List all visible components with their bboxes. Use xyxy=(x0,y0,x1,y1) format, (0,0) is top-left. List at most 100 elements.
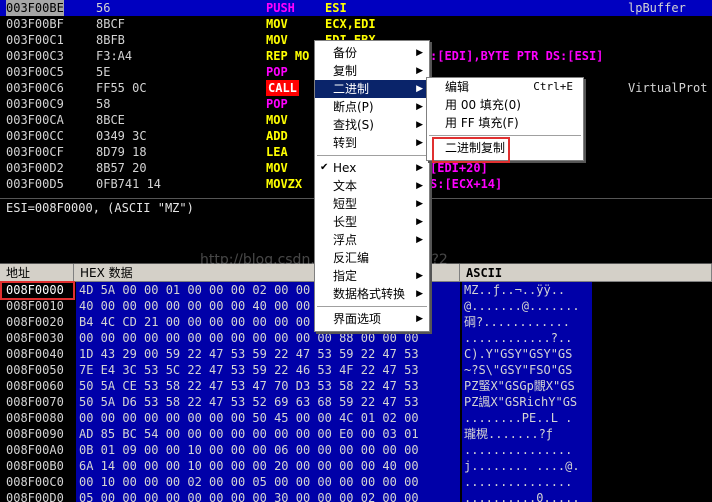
disasm-address: 003F00D5 xyxy=(6,177,64,191)
dump-ascii: C).Y"GSY"GSY"GS xyxy=(462,346,592,362)
menu-item-fill-00[interactable]: 用 00 填充(0) xyxy=(427,96,583,114)
disasm-mnemonic: POP xyxy=(266,97,288,111)
submenu-arrow-icon: ▶ xyxy=(416,271,423,281)
dump-hex-bytes: 50 5A D6 53 58 22 47 53 52 69 63 68 59 2… xyxy=(76,394,460,410)
disasm-address: 003F00CC xyxy=(6,129,64,143)
disasm-mnemonic: ADD xyxy=(266,129,288,143)
annotation-binary-copy-highlight xyxy=(432,137,510,163)
menu-item-label: 二进制 xyxy=(333,82,370,96)
disasm-hex-bytes: F3:A4 xyxy=(96,49,133,63)
dump-address: 008F00A0 xyxy=(6,443,64,457)
dump-row[interactable]: 008F0090 AD 85 BC 54 00 00 00 00 00 00 00… xyxy=(0,426,712,442)
column-header-address[interactable]: 地址 xyxy=(0,264,74,282)
menu-item-fill-00-label: 用 00 填充(0) xyxy=(445,98,521,112)
disasm-address: 003F00BF xyxy=(6,17,64,31)
disasm-hex-bytes: 0FB741 14 xyxy=(96,177,162,191)
menu-item[interactable]: 断点(P) ▶ xyxy=(315,98,429,116)
dump-ascii: MZ..ƒ..¬..ÿÿ.. xyxy=(462,282,592,298)
menu-item[interactable]: 数据格式转换 ▶ xyxy=(315,285,429,303)
dump-row[interactable]: 008F0070 50 5A D6 53 58 22 47 53 52 69 63… xyxy=(0,394,712,410)
menu-item-edit[interactable]: 编辑 Ctrl+E xyxy=(427,78,583,96)
dump-address: 008F0070 xyxy=(6,395,64,409)
dump-ascii: ............... xyxy=(462,442,592,458)
disasm-mnemonic: MOVZX xyxy=(266,177,303,191)
column-header-ascii[interactable]: ASCII xyxy=(460,264,712,282)
disasm-row[interactable]: 003F00BE 56 PUSH ESI lpBuffer xyxy=(0,0,712,16)
submenu-arrow-icon: ▶ xyxy=(416,120,423,130)
menu-item-fill-ff[interactable]: 用 FF 填充(F) xyxy=(427,114,583,132)
disasm-hex-bytes: 8B57 20 xyxy=(96,161,147,175)
menu-separator xyxy=(317,155,427,156)
dump-row[interactable]: 008F0030 00 00 00 00 00 00 00 00 00 00 00… xyxy=(0,330,712,346)
dump-ascii: 碙?............ xyxy=(462,314,592,330)
menu-item-label: 反汇编 xyxy=(333,251,370,265)
dump-row[interactable]: 008F0050 7E E4 3C 53 5C 22 47 53 59 22 46… xyxy=(0,362,712,378)
menu-item[interactable]: 反汇编 xyxy=(315,249,429,267)
dump-hex-bytes: 1D 43 29 00 59 22 47 53 59 22 47 53 59 2… xyxy=(76,346,460,362)
dump-row[interactable]: 008F00D0 05 00 00 00 00 00 00 00 00 30 00… xyxy=(0,490,712,502)
disasm-mnemonic: PUSH xyxy=(266,1,295,15)
disasm-memory-operand: :[EDI],BYTE PTR DS:[ESI] xyxy=(430,49,604,63)
menu-item[interactable]: 长型 ▶ xyxy=(315,213,429,231)
dump-row[interactable]: 008F0060 50 5A CE 53 58 22 47 53 47 70 D3… xyxy=(0,378,712,394)
disasm-row[interactable]: 003F00BF 8BCF MOV ECX,EDI xyxy=(0,16,712,32)
dump-ascii: PZ諷X"GSRichY"GS xyxy=(462,394,592,410)
annotation-address-highlight xyxy=(0,281,75,300)
dump-row[interactable]: 008F00C0 00 10 00 00 00 02 00 00 05 00 00… xyxy=(0,474,712,490)
disasm-address: 003F00D2 xyxy=(6,161,64,175)
dump-row[interactable]: 008F0040 1D 43 29 00 59 22 47 53 59 22 47… xyxy=(0,346,712,362)
dump-address: 008F0040 xyxy=(6,347,64,361)
dump-address: 008F0010 xyxy=(6,299,64,313)
dump-hex-bytes: 00 10 00 00 00 02 00 00 05 00 00 00 00 0… xyxy=(76,474,460,490)
disasm-address: 003F00CA xyxy=(6,113,64,127)
submenu-arrow-icon: ▶ xyxy=(416,217,423,227)
menu-item-label: 界面选项 xyxy=(333,312,382,326)
menu-item[interactable]: 转到 ▶ xyxy=(315,134,429,152)
disasm-mnemonic: REP MO xyxy=(266,49,310,63)
menu-item[interactable]: 文本 ▶ xyxy=(315,177,429,195)
dump-address: 008F0030 xyxy=(6,331,64,345)
context-menu[interactable]: 备份 ▶ 复制 ▶ 二进制 ▶ 断点(P) ▶ 查找(S) ▶ 转到 ▶ ✔ Hex ▶ 文本 ▶ 短型 ▶ 长型 ▶ 浮… xyxy=(314,40,430,332)
dump-address: 008F00B0 xyxy=(6,459,64,473)
menu-item-label: Hex xyxy=(333,161,357,175)
dump-row[interactable]: 008F00B0 6A 14 00 00 00 10 00 00 00 20 00… xyxy=(0,458,712,474)
dump-ascii: PZ蜸X"GSGp覵X"GS xyxy=(462,378,592,394)
menu-item[interactable]: 二进制 ▶ xyxy=(315,80,429,98)
disasm-mnemonic: MOV xyxy=(266,113,288,127)
disasm-hex-bytes: 8D79 18 xyxy=(96,145,147,159)
info-text: ESI=008F0000, (ASCII "MZ") xyxy=(6,201,194,215)
disasm-hex-bytes: FF55 0C xyxy=(96,81,147,95)
menu-item[interactable]: 短型 ▶ xyxy=(315,195,429,213)
disasm-mnemonic: MOV xyxy=(266,17,288,31)
dump-ascii: ............?.. xyxy=(462,330,592,346)
menu-item-fill-ff-label: 用 FF 填充(F) xyxy=(445,116,519,130)
menu-item[interactable]: 备份 ▶ xyxy=(315,44,429,62)
dump-ascii: ..........0..... xyxy=(462,490,592,502)
disasm-hex-bytes: 8BFB xyxy=(96,33,125,47)
dump-row[interactable]: 008F00A0 0B 01 09 00 00 10 00 00 00 06 00… xyxy=(0,442,712,458)
submenu-arrow-icon: ▶ xyxy=(416,48,423,58)
menu-item[interactable]: 查找(S) ▶ xyxy=(315,116,429,134)
dump-ascii: 瓏榥.......?ƒ xyxy=(462,426,592,442)
menu-item[interactable]: ✔ Hex ▶ xyxy=(315,159,429,177)
menu-item[interactable]: 复制 ▶ xyxy=(315,62,429,80)
disasm-mnemonic: CALL xyxy=(266,80,299,96)
disasm-hex-bytes: 0349 3C xyxy=(96,129,147,143)
disasm-comment: VirtualProt xyxy=(628,81,708,95)
disasm-address: 003F00C1 xyxy=(6,33,64,47)
menu-item[interactable]: 浮点 ▶ xyxy=(315,231,429,249)
submenu-arrow-icon: ▶ xyxy=(416,289,423,299)
menu-item-label: 转到 xyxy=(333,136,358,150)
menu-item-label: 查找(S) xyxy=(333,118,374,132)
submenu-arrow-icon: ▶ xyxy=(416,163,423,173)
dump-hex-bytes: 05 00 00 00 00 00 00 00 00 30 00 00 00 0… xyxy=(76,490,460,502)
menu-item-label: 数据格式转换 xyxy=(333,287,406,301)
disasm-hex-bytes: 56 xyxy=(96,1,111,15)
disasm-operands: ECX,EDI xyxy=(325,17,376,31)
menu-item[interactable]: 指定 ▶ xyxy=(315,267,429,285)
submenu-arrow-icon: ▶ xyxy=(416,181,423,191)
menu-item[interactable]: 界面选项 ▶ xyxy=(315,310,429,328)
dump-row[interactable]: 008F0080 00 00 00 00 00 00 00 00 50 45 00… xyxy=(0,410,712,426)
dump-hex-bytes: AD 85 BC 54 00 00 00 00 00 00 00 00 E0 0… xyxy=(76,426,460,442)
menu-separator xyxy=(429,135,581,136)
